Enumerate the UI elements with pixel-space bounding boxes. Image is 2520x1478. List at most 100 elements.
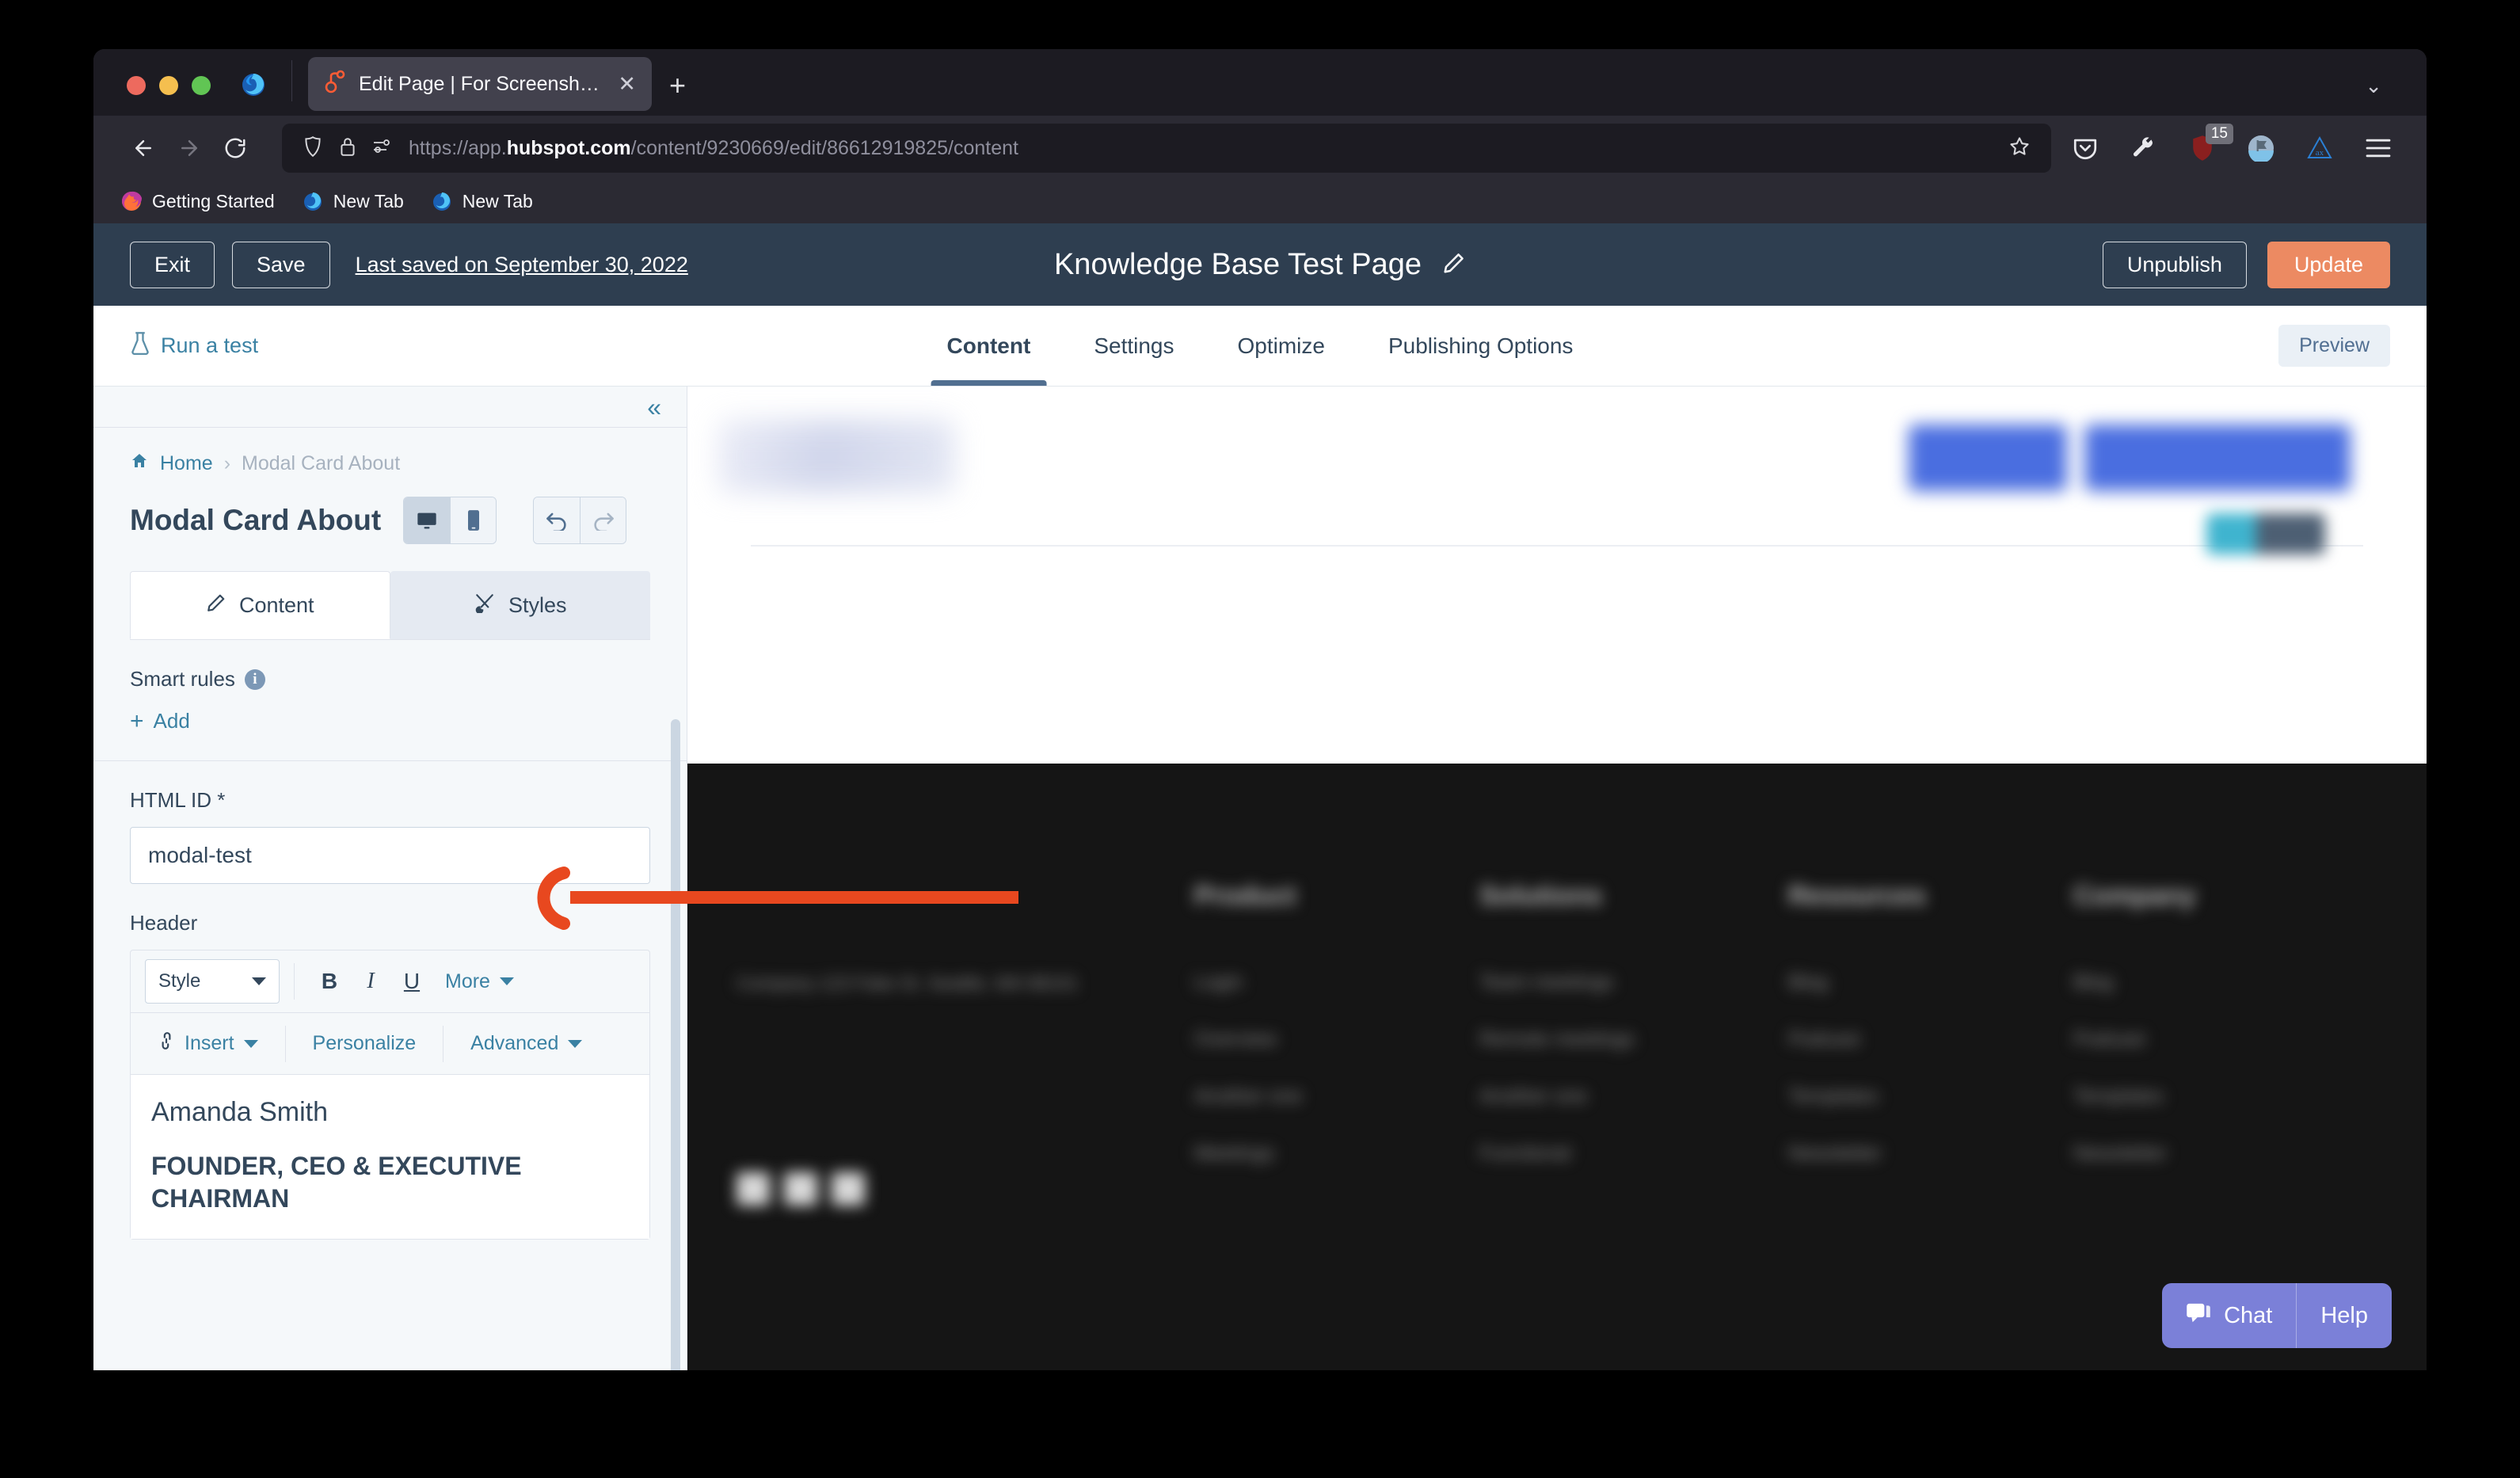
browser-tab-active[interactable]: Edit Page | For Screenshots ✕ [308,57,652,111]
italic-button[interactable]: I [350,961,391,1002]
run-a-test-button[interactable]: Run a test [130,331,258,360]
home-icon[interactable] [130,451,149,476]
more-formatting-button[interactable]: More [432,970,527,993]
bookmark-star-icon[interactable] [2008,135,2031,162]
update-button[interactable]: Update [2267,241,2390,288]
toolbar-divider [294,963,295,1000]
chevron-down-icon[interactable]: ⌄ [2365,74,2382,98]
undo-icon[interactable] [534,497,581,543]
breadcrumb: Home › Modal Card About [130,451,650,476]
preview-footer-link[interactable]: Remote meetings [1479,1028,1635,1051]
double-chevron-left-icon[interactable]: « [647,394,661,420]
url-bar[interactable]: https://app.hubspot.com/content/9230669/… [282,124,2051,173]
preview-footer-link[interactable]: Newsletter [1788,1142,1882,1165]
preview-footer-link[interactable]: Another one [1479,1085,1587,1108]
facebook-icon[interactable] [737,1172,770,1206]
unpublish-button[interactable]: Unpublish [2102,241,2247,288]
preview-footer-link[interactable]: Podcast [1788,1028,1860,1051]
minimize-window-button[interactable] [159,76,178,95]
permissions-icon[interactable] [372,138,393,159]
mobile-icon[interactable] [450,497,497,543]
close-tab-icon[interactable]: ✕ [618,73,636,95]
browser-nav-bar: https://app.hubspot.com/content/9230669/… [93,116,2427,181]
pocket-icon[interactable] [2067,130,2103,166]
preview-nav-button-secondary[interactable] [2084,425,2351,491]
desktop-icon[interactable] [404,497,451,543]
close-window-button[interactable] [127,76,146,95]
preview-footer-link[interactable]: Podcast [2073,1028,2145,1051]
redo-icon[interactable] [580,497,626,543]
preview-footer-link[interactable]: Meetings [1194,1142,1274,1165]
twitter-icon[interactable] [784,1172,817,1206]
back-button[interactable] [120,125,166,171]
reload-button[interactable] [212,125,258,171]
add-smart-rule-button[interactable]: + Add [130,709,650,733]
hamburger-menu-icon[interactable] [2360,130,2396,166]
bookmark-label: New Tab [333,190,404,211]
pencil-icon[interactable] [1442,251,1466,279]
preview-footer-link[interactable]: Team meetings [1479,971,1614,994]
chevron-down-icon [499,977,514,985]
chevron-down-icon [243,1039,258,1048]
advanced-button[interactable]: Advanced [458,1032,595,1055]
ublock-shield-icon[interactable]: 15 [2184,124,2233,166]
bookmark-new-tab-2[interactable]: New Tab [431,190,533,212]
maximize-window-button[interactable] [192,76,211,95]
tab-content[interactable]: Content [915,306,1063,386]
insert-button[interactable]: Insert [145,1031,271,1056]
preview-footer-link[interactable]: Blog [1788,971,1828,994]
forward-button[interactable] [166,125,212,171]
preview-footer-link[interactable]: Templates [1788,1085,1879,1108]
tab-settings[interactable]: Settings [1062,306,1205,386]
preview-footer-link[interactable]: Newsletter [2073,1142,2167,1165]
linkedin-icon[interactable] [832,1172,865,1206]
help-button[interactable]: Help [2296,1283,2392,1348]
firefox-icon [432,192,451,211]
breadcrumb-home[interactable]: Home [160,452,213,475]
preview-footer-link[interactable]: Functional [1479,1142,1570,1165]
axe-accessibility-icon[interactable]: ax [2301,130,2338,166]
style-dropdown[interactable]: Style [145,959,280,1004]
firefox-icon [122,191,142,211]
tab-publishing-options[interactable]: Publishing Options [1357,306,1605,386]
bookmark-getting-started[interactable]: Getting Started [120,190,275,212]
preview-footer-link[interactable]: Login [1194,971,1243,994]
smart-rules-label-row: Smart rules i [130,667,650,691]
publish-actions: Unpublish Update [2102,241,2390,288]
save-button[interactable]: Save [232,241,330,288]
editor-tabs: Content Settings Optimize Publishing Opt… [915,306,1605,386]
page-title-group: Knowledge Base Test Page [1054,248,1466,282]
shield-icon[interactable] [303,135,323,162]
sidebar-tab-styles[interactable]: Styles [390,571,650,639]
preview-nav-button-primary[interactable] [1909,425,2067,491]
personalize-button[interactable]: Personalize [300,1032,429,1055]
firefox-logo-icon [211,70,268,116]
new-tab-button[interactable]: + [669,71,686,100]
header-field-section: Header Style B I U More Insert Personali… [93,911,687,1267]
sidebar-scrollbar[interactable] [671,719,680,1370]
preview-footer-link[interactable]: Templates [2073,1085,2164,1108]
history-toggle-group [533,497,627,544]
preview-footer-link[interactable]: Overview [1194,1028,1277,1051]
browser-window: Edit Page | For Screenshots ✕ + ⌄ https:… [93,49,2427,1370]
preview-button[interactable]: Preview [2278,325,2390,367]
underline-button[interactable]: U [391,961,432,1002]
circle-flag-icon[interactable] [2243,130,2279,166]
last-saved-label[interactable]: Last saved on September 30, 2022 [356,253,688,277]
editor-body: « Home › Modal Card About Modal Card Abo… [93,387,2427,1370]
exit-button[interactable]: Exit [130,241,215,288]
editor-tab-bar: Run a test Content Settings Optimize Pub… [93,306,2427,387]
hubspot-page-editor: Exit Save Last saved on September 30, 20… [93,223,2427,1370]
lock-icon[interactable] [339,136,356,161]
sidebar-tab-content[interactable]: Content [130,571,390,639]
rich-text-content[interactable]: Amanda Smith FOUNDER, CEO & EXECUTIVE CH… [131,1074,649,1239]
preview-footer-link[interactable]: Another one [1194,1085,1302,1108]
bookmark-new-tab-1[interactable]: New Tab [302,190,404,212]
preview-segmented-toggle[interactable] [2206,513,2325,554]
wrench-icon[interactable] [2126,130,2162,166]
chat-button[interactable]: Chat [2162,1283,2296,1348]
info-icon[interactable]: i [244,669,265,690]
preview-footer-link[interactable]: Blog [2073,971,2113,994]
tab-optimize[interactable]: Optimize [1205,306,1356,386]
bold-button[interactable]: B [309,961,350,1002]
